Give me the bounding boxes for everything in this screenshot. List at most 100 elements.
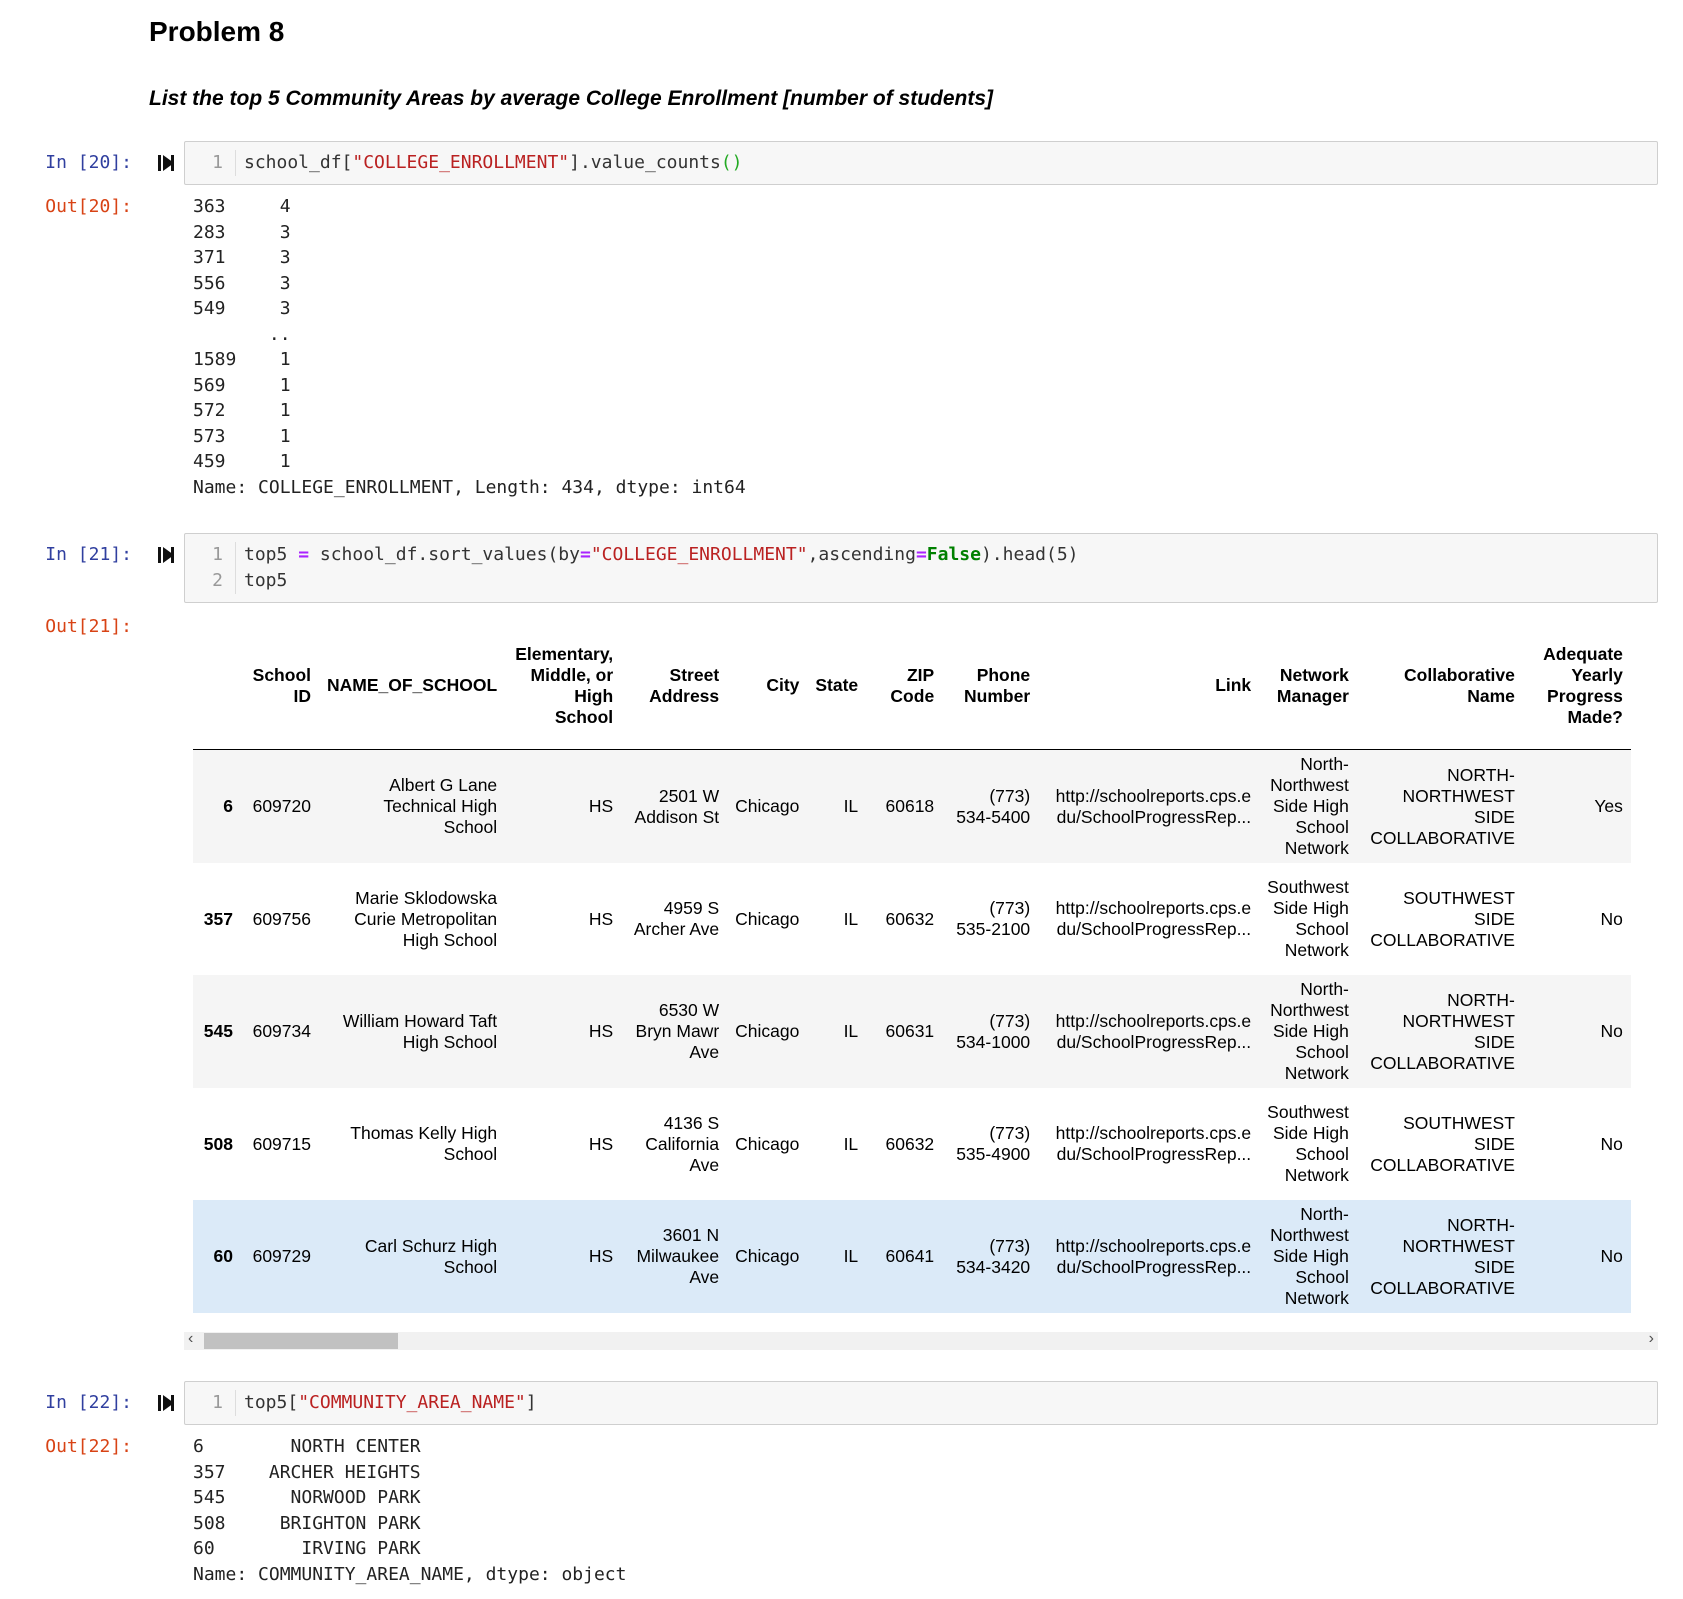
code-line: 1 top5 = school_df.sort_values(by="COLLEG… xyxy=(185,542,1657,568)
table-cell: 60641 xyxy=(885,1246,935,1266)
code-cell-21[interactable]: 1 top5 = school_df.sort_values(by="COLLEG… xyxy=(184,533,1658,603)
table-cell: 6530 W Bryn Mawr Ave xyxy=(635,1000,720,1062)
column-header: School ID xyxy=(241,630,319,750)
table-cell: NORTH-NORTHWEST SIDE COLLABORATIVE xyxy=(1370,764,1515,848)
code-token: ).head(5) xyxy=(980,544,1079,565)
table-cell: 60618 xyxy=(885,796,935,816)
table-row[interactable]: 545 609734 William Howard Taft High School… xyxy=(193,975,1631,1088)
code-line: 2 top5 xyxy=(185,568,1657,594)
code-token: top5 xyxy=(244,570,288,591)
table-cell: NORTH-NORTHWEST SIDE COLLABORATIVE xyxy=(1370,1214,1515,1298)
row-index: 357 xyxy=(203,908,233,929)
scrollbar-thumb[interactable] xyxy=(204,1333,398,1349)
problem-heading: Problem 8 xyxy=(149,16,285,47)
table-cell: http://schoolreports.cps.edu/SchoolProgr… xyxy=(1055,785,1252,827)
table-cell: Chicago xyxy=(735,1246,800,1266)
horizontal-scrollbar[interactable]: ‹ › xyxy=(184,1330,1658,1350)
table-cell: 609734 xyxy=(252,1021,311,1041)
scroll-right-icon[interactable]: › xyxy=(1649,1330,1654,1348)
table-cell: HS xyxy=(588,908,614,929)
table-cell: No xyxy=(1600,1021,1623,1041)
dataframe-table: School ID NAME_OF_SCHOOL Elementary, Middl… xyxy=(193,630,1631,1313)
code-token: = xyxy=(915,544,927,565)
code-token: school_df.sort_values(by xyxy=(309,544,580,565)
table-cell: IL xyxy=(843,1021,859,1041)
code-cell-22[interactable]: 1 top5["COMMUNITY_AREA_NAME"] xyxy=(184,1381,1658,1425)
table-cell: IL xyxy=(843,796,859,816)
table-cell: IL xyxy=(843,908,859,929)
table-cell: Thomas Kelly High School xyxy=(350,1123,498,1164)
table-cell: (773) 535-4900 xyxy=(956,1123,1031,1164)
table-cell: (773) 534-1000 xyxy=(956,1010,1031,1052)
table-cell: Southwest Side High School Network xyxy=(1267,877,1349,960)
table-row[interactable]: 60 609729 Carl Schurz High School HS 3601 N … xyxy=(193,1200,1631,1313)
code-cell-20[interactable]: 1 school_df["COLLEGE_ENROLLMENT"].value_c… xyxy=(184,141,1658,185)
table-cell: No xyxy=(1600,1246,1623,1266)
column-header: Elementary, Middle, or High School xyxy=(505,630,622,750)
table-row[interactable]: 508 609715 Thomas Kelly High School HS 4136 … xyxy=(193,1088,1631,1200)
table-cell: Southwest Side High School Network xyxy=(1267,1102,1349,1185)
row-index: 60 xyxy=(213,1246,233,1266)
column-header: Phone Number xyxy=(942,630,1039,750)
run-cell-icon[interactable] xyxy=(158,153,176,173)
code-token: top5[ xyxy=(244,1392,299,1413)
column-header: Street Address xyxy=(621,630,728,750)
table-cell: Albert G Lane Technical High School xyxy=(383,775,498,837)
table-cell: William Howard Taft High School xyxy=(342,1010,498,1052)
run-cell-icon[interactable] xyxy=(158,545,176,565)
code-text: top5 = school_df.sort_values(by="COLLEGE… xyxy=(244,542,1079,568)
line-number: 1 xyxy=(212,1392,223,1413)
table-cell: Yes xyxy=(1594,796,1623,816)
table-cell: (773) 534-3420 xyxy=(956,1235,1031,1277)
out-prompt-21: Out[21]: xyxy=(45,616,132,637)
table-cell: Carl Schurz High School xyxy=(364,1235,498,1277)
table-cell: HS xyxy=(588,1246,614,1266)
in-prompt-22: In [22]: xyxy=(45,1392,132,1413)
scroll-left-icon[interactable]: ‹ xyxy=(188,1330,193,1348)
code-token: () xyxy=(720,152,743,173)
code-token: = xyxy=(298,544,310,565)
code-token: "COMMUNITY_AREA_NAME" xyxy=(298,1392,526,1413)
out-prompt-22: Out[22]: xyxy=(45,1436,132,1457)
table-cell: 2501 W Addison St xyxy=(634,785,720,827)
table-cell: 60631 xyxy=(885,1021,935,1041)
run-cell-icon[interactable] xyxy=(158,1393,176,1413)
table-cell: IL xyxy=(843,1133,859,1154)
table-row[interactable]: 6 609720 Albert G Lane Technical High Scho… xyxy=(193,749,1631,863)
gutter-divider xyxy=(235,542,236,568)
row-index: 6 xyxy=(223,796,233,816)
gutter-divider xyxy=(235,150,236,176)
column-header: Network Manager xyxy=(1259,630,1357,750)
table-cell: http://schoolreports.cps.edu/SchoolProgr… xyxy=(1055,1123,1252,1164)
table-cell: North-Northwest Side High School Network xyxy=(1270,1204,1349,1308)
table-cell: http://schoolreports.cps.edu/SchoolProgr… xyxy=(1055,1010,1252,1052)
column-header: State xyxy=(807,630,867,750)
code-token: False xyxy=(926,544,981,565)
table-cell: Chicago xyxy=(735,1133,800,1154)
gutter-divider xyxy=(235,1390,236,1416)
table-row[interactable]: 357 609756 Marie Sklodowska Curie Metropol… xyxy=(193,863,1631,975)
code-token: = xyxy=(579,544,591,565)
table-cell: No xyxy=(1600,1133,1623,1154)
table-header-row: School ID NAME_OF_SCHOOL Elementary, Middl… xyxy=(193,630,1631,750)
table-cell: 4136 S California Ave xyxy=(645,1112,720,1175)
table-cell: Chicago xyxy=(735,796,800,816)
table-cell: IL xyxy=(843,1246,859,1266)
table-cell: SOUTHWEST SIDE COLLABORATIVE xyxy=(1370,1112,1515,1175)
table-cell: HS xyxy=(588,796,614,816)
table-cell: Chicago xyxy=(735,908,800,929)
column-header: Link xyxy=(1038,630,1260,750)
code-token: ].value_counts xyxy=(569,152,721,173)
column-header xyxy=(193,630,241,750)
table-cell: HS xyxy=(588,1133,614,1154)
table-cell: (773) 535-2100 xyxy=(956,898,1031,939)
table-cell: (773) 534-5400 xyxy=(956,785,1031,827)
column-header: ZIP Code xyxy=(866,630,943,750)
table-cell: 609756 xyxy=(252,908,311,929)
code-token: school_df[ xyxy=(244,152,353,173)
table-cell: Chicago xyxy=(735,1021,800,1041)
value-counts-output: 363 4 283 3 371 3 556 3 549 3 .. 1589 1 … xyxy=(193,196,746,498)
table-cell: 609729 xyxy=(252,1246,311,1266)
line-number: 2 xyxy=(212,570,223,591)
code-token: top5 xyxy=(244,544,299,565)
